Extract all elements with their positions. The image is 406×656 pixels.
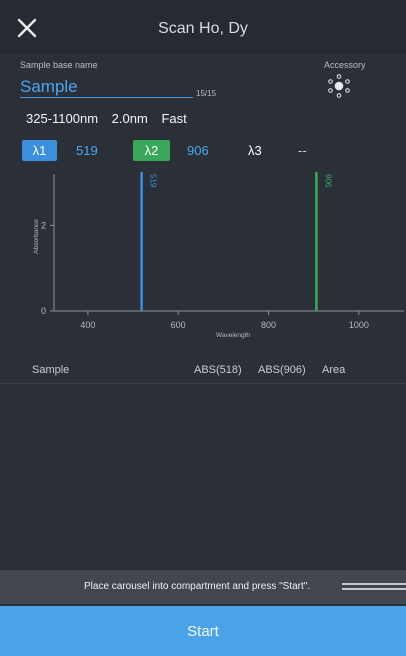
wavelength-range: 325-1100nm: [26, 111, 99, 126]
column-header-abs-906: ABS(906): [258, 364, 306, 376]
lambda-1-value[interactable]: 519: [76, 143, 98, 158]
lambda-3-value[interactable]: --: [298, 143, 307, 158]
scan-speed: Fast: [161, 111, 187, 126]
start-button[interactable]: Start: [0, 606, 406, 656]
accessory-carousel-icon[interactable]: [325, 73, 353, 99]
accessory-label: Accessory: [324, 60, 366, 70]
y-axis-label: Absorbance: [33, 219, 40, 254]
x-tick-label-1000: 1000: [349, 320, 369, 330]
results-table-header: Sample ABS(518) ABS(906) Area: [0, 360, 406, 384]
page-title: Scan Ho, Dy: [158, 20, 248, 37]
character-count: 15/15: [196, 89, 217, 98]
spectrum-chart-svg: 400 600 800 1000 0 2 Wavelength Absorbance 519 90…: [33, 172, 404, 339]
sample-base-name-input[interactable]: [20, 76, 193, 98]
marker-label-519: 519: [149, 174, 158, 188]
marker-label-906: 906: [323, 174, 332, 188]
wavelength-selector-row: λ1 519 λ2 906 λ3 --: [0, 140, 406, 164]
data-interval: 2.0nm: [111, 111, 148, 126]
lambda-3-label[interactable]: λ3: [248, 143, 262, 158]
x-tick-label-800: 800: [261, 320, 276, 330]
progress-lines-icon: [342, 583, 406, 590]
sample-base-name-label: Sample base name: [20, 60, 98, 70]
column-header-area: Area: [322, 364, 346, 376]
results-table-body: [0, 385, 406, 568]
x-axis-label: Wavelength: [216, 332, 250, 339]
x-tick-label-600: 600: [171, 320, 186, 330]
top-bar: Scan Ho, Dy: [0, 0, 406, 54]
column-header-abs-518: ABS(518): [194, 364, 242, 376]
scan-parameters: 325-1100nm 2.0nm Fast: [26, 111, 195, 126]
status-message: Place carousel into compartment and pres…: [84, 581, 311, 592]
column-header-sample: Sample: [32, 364, 70, 376]
lambda-1-button[interactable]: λ1: [22, 140, 57, 161]
lambda-2-value[interactable]: 906: [187, 143, 209, 158]
lambda-2-button[interactable]: λ2: [133, 140, 170, 161]
y-tick-label-0: 0: [41, 306, 46, 316]
status-bar: Place carousel into compartment and pres…: [0, 570, 406, 604]
spectrum-chart: 400 600 800 1000 0 2 Wavelength Absorbance 519 90…: [0, 168, 406, 348]
x-tick-label-400: 400: [80, 320, 95, 330]
y-tick-label-2: 2: [41, 220, 46, 230]
